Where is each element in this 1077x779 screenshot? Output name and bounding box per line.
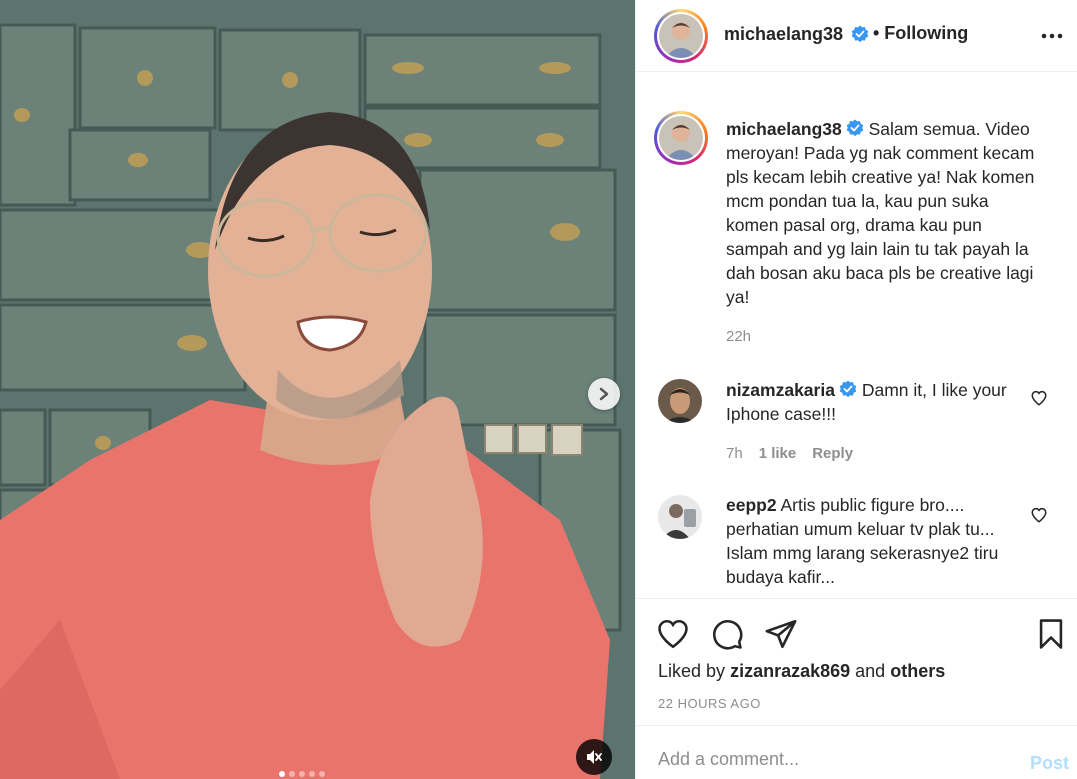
- verified-badge-icon: [846, 119, 864, 137]
- story-ring[interactable]: [654, 9, 708, 63]
- comments-list[interactable]: michaelang38 Salam semua. Video meroyan!…: [636, 73, 1077, 598]
- carousel-indicator: [279, 771, 325, 777]
- carousel-dot: [309, 771, 315, 777]
- post-sidebar: michaelang38 • Following michaelang38 Sa…: [635, 0, 1077, 779]
- post-comment-button[interactable]: Post: [1030, 753, 1069, 774]
- avatar[interactable]: [658, 495, 702, 539]
- save-bookmark-icon[interactable]: [1034, 617, 1068, 651]
- carousel-dot: [289, 771, 295, 777]
- muted-speaker-icon: [587, 750, 602, 764]
- verified-badge-icon: [851, 25, 869, 43]
- reply-button[interactable]: Reply: [812, 445, 853, 462]
- comment-username[interactable]: nizamzakaria: [726, 380, 835, 400]
- like-comment-heart-icon[interactable]: [1030, 506, 1048, 524]
- more-horizontal-icon: [1041, 33, 1063, 39]
- comment-username[interactable]: eepp2: [726, 495, 777, 515]
- caption-text: Salam semua. Video meroyan! Pada yg nak …: [726, 119, 1035, 307]
- liked-by-user-link[interactable]: zizanrazak869: [730, 661, 850, 681]
- mute-toggle-button[interactable]: [576, 739, 612, 775]
- post-timestamp[interactable]: 22 HOURS AGO: [658, 696, 761, 711]
- comment-text-block: eepp2 Artis public figure bro.... perhat…: [726, 493, 1036, 589]
- caption-username[interactable]: michaelang38: [726, 119, 842, 139]
- avatar: [659, 14, 703, 58]
- chevron-right-icon: [599, 387, 609, 401]
- post-author-username[interactable]: michaelang38: [724, 24, 843, 45]
- comment-time[interactable]: 7h: [726, 445, 743, 462]
- caption-story-ring[interactable]: [654, 111, 708, 165]
- post-actions: Liked by zizanrazak869 and others 22 HOU…: [636, 598, 1077, 725]
- caption-text-block: michaelang38 Salam semua. Video meroyan!…: [726, 117, 1036, 309]
- next-media-button[interactable]: [588, 378, 620, 410]
- caption-time[interactable]: 22h: [726, 328, 751, 345]
- likes-summary: Liked by zizanrazak869 and others: [658, 661, 945, 682]
- like-heart-icon[interactable]: [656, 617, 690, 651]
- like-comment-heart-icon[interactable]: [1030, 389, 1048, 407]
- liked-and-label: and: [855, 661, 886, 681]
- comment-input[interactable]: [658, 749, 1008, 770]
- carousel-dot: [319, 771, 325, 777]
- caption-meta: 22h: [726, 328, 751, 345]
- comment-meta: 7h 1 like Reply: [726, 445, 853, 462]
- comment-text-block: nizamzakaria Damn it, I like your Iphone…: [726, 378, 1036, 426]
- verified-badge-icon: [839, 380, 857, 398]
- following-button[interactable]: • Following: [873, 23, 968, 44]
- comment-bubble-icon[interactable]: [710, 617, 744, 651]
- post-header: michaelang38 • Following: [636, 0, 1077, 72]
- video-frame: [0, 0, 635, 779]
- carousel-dot: [279, 771, 285, 777]
- avatar: [659, 116, 703, 160]
- avatar[interactable]: [658, 379, 702, 423]
- liked-by-label: Liked by: [658, 661, 726, 681]
- add-comment-bar: Post: [636, 725, 1077, 779]
- liked-others-link[interactable]: others: [890, 661, 945, 681]
- more-options-button[interactable]: [1040, 26, 1064, 46]
- share-paper-plane-icon[interactable]: [764, 617, 798, 651]
- carousel-dot: [299, 771, 305, 777]
- post-media[interactable]: [0, 0, 635, 779]
- comment-likes[interactable]: 1 like: [759, 445, 797, 462]
